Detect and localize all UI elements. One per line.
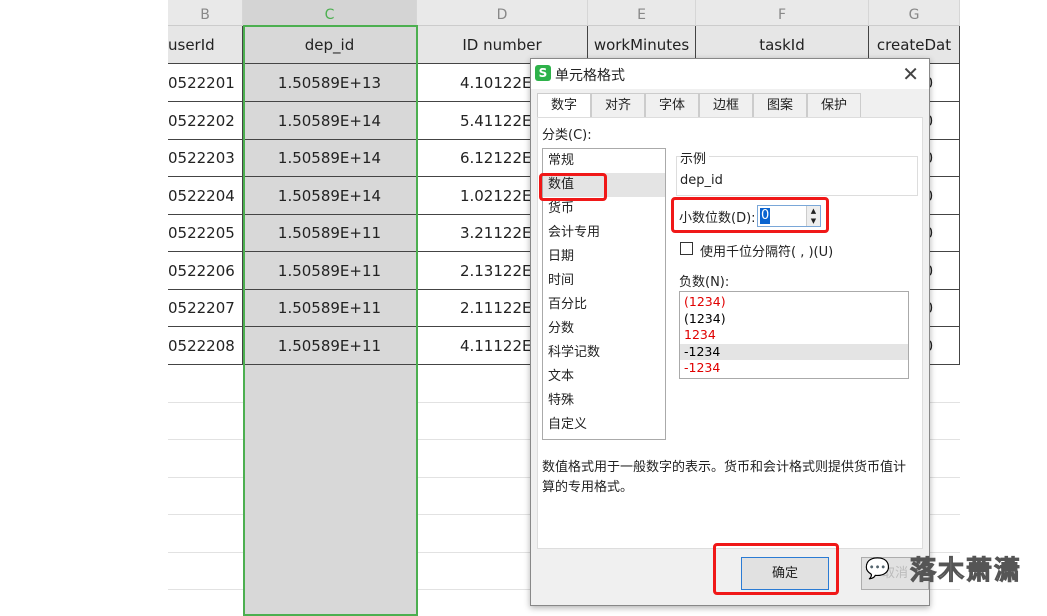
negative-format-option[interactable]: 1234: [680, 327, 908, 344]
category-item[interactable]: 数值: [543, 173, 665, 197]
format-cells-dialog: S 单元格格式 ✕ 数字 对齐 字体 边框 图案 保护 分类(C): 常规 数值货…: [530, 58, 930, 606]
spin-up-icon[interactable]: ▲: [806, 206, 820, 216]
category-label: 分类(C):: [542, 128, 592, 143]
wechat-icon: 💬: [865, 556, 891, 581]
negative-format-option[interactable]: -1234: [680, 360, 908, 377]
tab-pattern[interactable]: 图案: [753, 93, 807, 117]
column-b: BuserId 0522201 0522202 0522203 0522204 05222…: [168, 0, 243, 616]
tab-font[interactable]: 字体: [645, 93, 699, 117]
header-cell[interactable]: userId: [168, 26, 243, 64]
category-item[interactable]: 百分比: [543, 293, 665, 317]
table-cell[interactable]: 1.50589E+11: [243, 251, 417, 290]
negative-format-option[interactable]: (1234): [680, 294, 908, 311]
tab-bar: 数字 对齐 字体 边框 图案 保护: [537, 93, 861, 118]
table-cell[interactable]: 0522202: [168, 101, 243, 140]
column-letter[interactable]: D: [417, 0, 588, 26]
table-cell[interactable]: 0522203: [168, 139, 243, 177]
close-icon[interactable]: ✕: [902, 62, 919, 86]
table-cell[interactable]: 1.50589E+13: [243, 64, 417, 102]
spin-down-icon[interactable]: ▼: [806, 216, 820, 226]
category-item[interactable]: 分数: [543, 317, 665, 341]
table-cell[interactable]: 0522204: [168, 176, 243, 215]
watermark: 落木萧潇: [909, 556, 1023, 587]
thousands-separator-label: 使用千位分隔符( , )(U): [700, 245, 834, 260]
table-cell[interactable]: 0522201: [168, 64, 243, 102]
ok-button[interactable]: 确定: [741, 557, 829, 590]
category-item[interactable]: 自定义: [543, 413, 665, 437]
column-letter[interactable]: F: [696, 0, 869, 26]
decimal-places-value[interactable]: 0: [760, 208, 771, 224]
category-item[interactable]: 科学记数: [543, 341, 665, 365]
tab-number[interactable]: 数字: [537, 93, 591, 118]
category-list[interactable]: 常规 数值 货币 会计专用 日期 时间 百分比 分数 科学记数 文本 特殊 自定义: [542, 148, 666, 440]
category-item[interactable]: 会计专用: [543, 221, 665, 245]
format-description: 数值格式用于一般数字的表示。货币和会计格式则提供货币值计算的专用格式。: [542, 460, 907, 495]
header-cell[interactable]: dep_id: [243, 26, 417, 64]
decimal-places-stepper[interactable]: 0 ▲ ▼: [757, 205, 821, 227]
negative-format-option[interactable]: -1234: [680, 343, 908, 360]
table-cell[interactable]: 0522206: [168, 251, 243, 290]
column-letter[interactable]: G: [869, 0, 960, 26]
column-letter[interactable]: E: [588, 0, 696, 26]
category-item[interactable]: 日期: [543, 245, 665, 269]
tab-alignment[interactable]: 对齐: [591, 93, 645, 117]
table-cell[interactable]: 0522208: [168, 326, 243, 365]
sample-label: 示例: [680, 148, 710, 167]
table-cell[interactable]: 1.50589E+11: [243, 326, 417, 365]
dialog-titlebar: S 单元格格式 ✕: [531, 59, 929, 89]
category-item[interactable]: 常规: [543, 149, 665, 173]
dialog-title: 单元格格式: [555, 68, 625, 84]
thousands-separator-checkbox[interactable]: [680, 242, 693, 255]
category-item[interactable]: 文本: [543, 365, 665, 389]
negative-label: 负数(N):: [679, 275, 730, 290]
tab-protection[interactable]: 保护: [807, 93, 861, 117]
column-c: Cdep_id 1.50589E+13 1.50589E+14 1.50589E+14…: [243, 0, 417, 616]
decimal-places-label: 小数位数(D):: [679, 211, 756, 226]
tab-border[interactable]: 边框: [699, 93, 753, 117]
number-panel: 分类(C): 常规 数值 货币 会计专用 日期 时间 百分比 分数 科学记数 文本 特殊 自定义 示例…: [537, 117, 923, 549]
sample-value: dep_id: [680, 173, 723, 188]
category-item[interactable]: 特殊: [543, 389, 665, 413]
app-logo-icon: S: [535, 65, 551, 81]
table-cell[interactable]: 0522207: [168, 289, 243, 327]
table-cell[interactable]: 1.50589E+14: [243, 139, 417, 177]
table-cell[interactable]: 1.50589E+11: [243, 289, 417, 327]
column-letter[interactable]: C: [243, 0, 417, 26]
table-cell[interactable]: 1.50589E+14: [243, 101, 417, 140]
column-letter[interactable]: B: [168, 0, 243, 26]
category-item[interactable]: 货币: [543, 197, 665, 221]
negative-format-option[interactable]: (1234): [680, 311, 908, 328]
category-item[interactable]: 时间: [543, 269, 665, 293]
negative-number-list[interactable]: (1234) (1234) 1234 -1234 -1234: [679, 291, 909, 379]
table-cell[interactable]: 1.50589E+11: [243, 214, 417, 252]
table-cell[interactable]: 0522205: [168, 214, 243, 252]
table-cell[interactable]: 1.50589E+14: [243, 176, 417, 215]
